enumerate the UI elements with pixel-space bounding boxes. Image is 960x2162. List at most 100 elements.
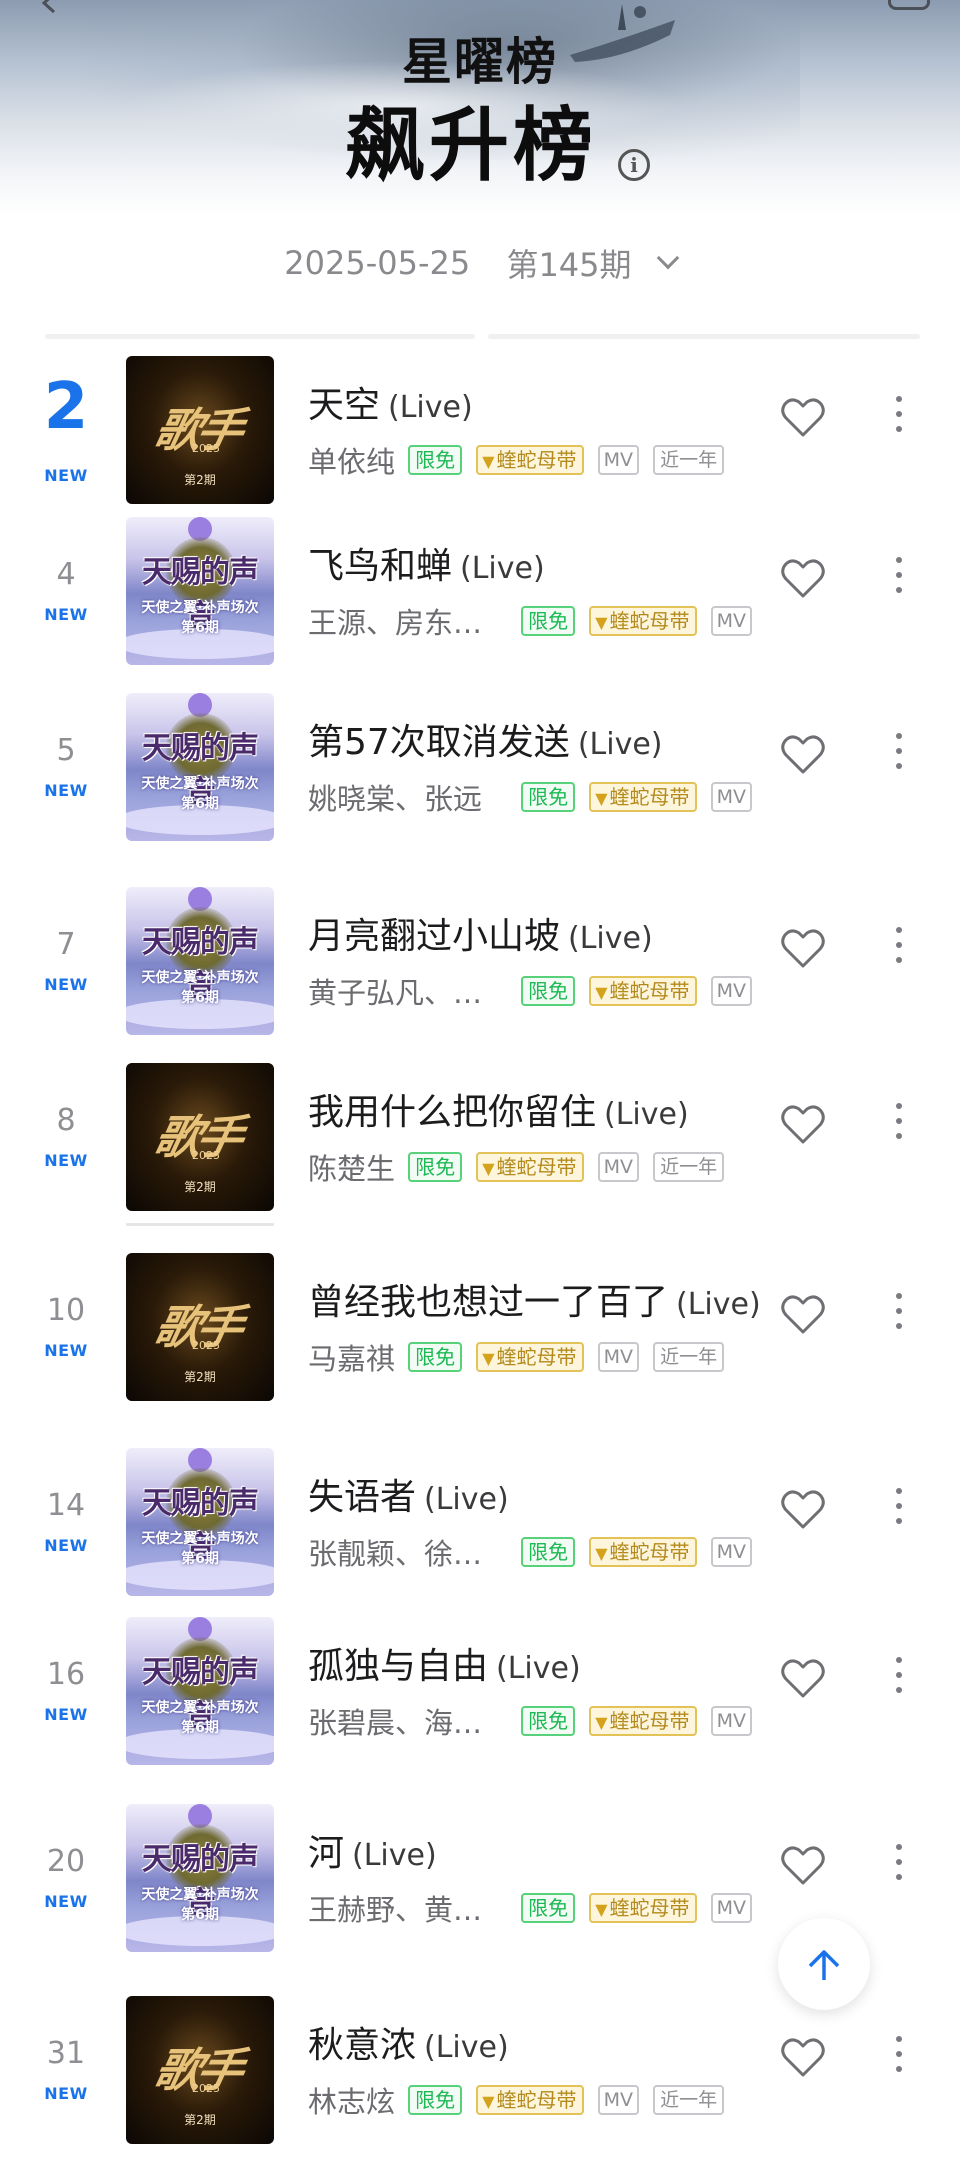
song-row[interactable]: 31 NEW 歌手 2025 第2期 秋意浓 (Live) 林志炫 限免 ▼ 蝰蛇母… xyxy=(0,1996,960,2146)
song-row[interactable]: 16 NEW 天赐的声音 天使之翼·补声场次 第6期 孤独与自由 (Live) 张… xyxy=(0,1617,960,1767)
v-icon: ▼ xyxy=(595,613,608,632)
free-tag: 限免 xyxy=(521,976,576,1006)
song-meta: 马嘉祺 限免 ▼ 蝰蛇母带 MV 近一年 xyxy=(308,1336,733,1376)
song-version: (Live) xyxy=(388,390,473,425)
artist-name[interactable]: 黄子弘凡、单依纯 xyxy=(308,970,508,1012)
more-icon[interactable] xyxy=(886,2036,912,2086)
heart-icon[interactable] xyxy=(778,1289,828,1339)
artist-name[interactable]: 王赫野、黄霄雲 xyxy=(308,1887,508,1929)
heart-icon[interactable] xyxy=(778,553,828,603)
mv-tag[interactable]: MV xyxy=(597,2085,639,2115)
artist-name[interactable]: 马嘉祺 xyxy=(308,1336,395,1378)
year-tag: 近一年 xyxy=(653,2085,725,2115)
heart-icon[interactable] xyxy=(778,392,828,442)
mv-tag[interactable]: MV xyxy=(710,976,752,1006)
rank-number: 14 xyxy=(46,1488,86,1523)
song-title-line: 天空 (Live) xyxy=(308,376,763,428)
quality-tag: ▼ 蝰蛇母带 xyxy=(589,1893,697,1923)
back-arrow-icon[interactable] xyxy=(38,0,60,14)
back-to-top-button[interactable] xyxy=(778,1918,870,2010)
heart-icon[interactable] xyxy=(778,1099,828,1149)
heart-icon[interactable] xyxy=(778,923,828,973)
more-icon[interactable] xyxy=(886,1657,912,1707)
year-tag: 近一年 xyxy=(653,445,725,475)
issue-number: 第145期 xyxy=(506,246,632,284)
song-title: 我用什么把你留住 xyxy=(308,1092,597,1133)
heart-icon[interactable] xyxy=(778,729,828,779)
song-row[interactable]: 8 NEW 歌手 2025 第2期 我用什么把你留住 (Live) 陈楚生 限免 … xyxy=(0,1063,960,1213)
song-title: 天空 xyxy=(308,385,381,426)
song-meta: 姚晓棠、张远 限免 ▼ 蝰蛇母带 MV xyxy=(308,776,761,816)
more-icon[interactable] xyxy=(886,733,912,783)
more-icon[interactable] xyxy=(886,1293,912,1343)
song-version: (Live) xyxy=(568,921,653,956)
v-icon: ▼ xyxy=(482,1159,495,1178)
mv-tag[interactable]: MV xyxy=(597,1152,639,1182)
artist-name[interactable]: 王源、房东的猫 xyxy=(308,600,508,642)
song-row[interactable]: 5 NEW 天赐的声音 天使之翼·补声场次 第6期 第57次取消发送 (Live)… xyxy=(0,693,960,843)
song-row[interactable]: 4 NEW 天赐的声音 天使之翼·补声场次 第6期 飞鸟和蝉 (Live) 王源、… xyxy=(0,517,960,667)
artist-name[interactable]: 林志炫 xyxy=(308,2079,395,2121)
song-version: (Live) xyxy=(496,1651,581,1686)
more-icon[interactable] xyxy=(886,396,912,446)
song-version: (Live) xyxy=(424,2030,509,2065)
album-cover[interactable]: 天赐的声音 天使之翼·补声场次 第6期 xyxy=(126,1448,274,1596)
artist-name[interactable]: 单依纯 xyxy=(308,439,395,481)
heart-icon[interactable] xyxy=(778,2032,828,2082)
divider xyxy=(488,334,920,339)
song-row[interactable]: 7 NEW 天赐的声音 天使之翼·补声场次 第6期 月亮翻过小山坡 (Live) … xyxy=(0,887,960,1037)
more-icon[interactable] xyxy=(886,1844,912,1894)
share-icon[interactable] xyxy=(888,0,930,10)
mv-tag[interactable]: MV xyxy=(597,1342,639,1372)
free-tag: 限免 xyxy=(521,782,576,812)
album-cover[interactable]: 歌手 2025 第2期 xyxy=(126,1996,274,2144)
quality-tag: ▼ 蝰蛇母带 xyxy=(589,976,697,1006)
song-row[interactable]: 10 NEW 歌手 2025 第2期 曾经我也想过一了百了 (Live) 马嘉祺 … xyxy=(0,1253,960,1403)
song-row[interactable]: 2 NEW 歌手 2025 第2期 天空 (Live) 单依纯 限免 ▼ 蝰蛇母带 … xyxy=(0,356,960,506)
song-version: (Live) xyxy=(424,1482,509,1517)
mv-tag[interactable]: MV xyxy=(710,1537,752,1567)
album-cover[interactable]: 歌手 2025 第2期 xyxy=(126,1253,274,1401)
song-meta: 王赫野、黄霄雲 限免 ▼ 蝰蛇母带 MV xyxy=(308,1887,761,1927)
heart-icon[interactable] xyxy=(778,1484,828,1534)
artist-name[interactable]: 张靓颖、徐佳莹 xyxy=(308,1531,508,1573)
song-title: 秋意浓 xyxy=(308,2025,417,2066)
more-icon[interactable] xyxy=(886,927,912,977)
issue-selector[interactable]: 2025-05-25 第145期 xyxy=(0,240,960,284)
song-row[interactable]: 14 NEW 天赐的声音 天使之翼·补声场次 第6期 失语者 (Live) 张靓颖… xyxy=(0,1448,960,1598)
new-badge: NEW xyxy=(44,466,88,485)
album-cover[interactable]: 歌手 2025 第2期 xyxy=(126,356,274,504)
song-version: (Live) xyxy=(577,727,663,762)
more-icon[interactable] xyxy=(886,557,912,607)
v-icon: ▼ xyxy=(595,983,608,1002)
mv-tag[interactable]: MV xyxy=(710,782,752,812)
song-meta: 陈楚生 限免 ▼ 蝰蛇母带 MV 近一年 xyxy=(308,1146,733,1186)
v-icon: ▼ xyxy=(482,1349,495,1368)
mv-tag[interactable]: MV xyxy=(597,445,639,475)
album-cover[interactable]: 天赐的声音 天使之翼·补声场次 第6期 xyxy=(126,887,274,1035)
album-cover[interactable]: 天赐的声音 天使之翼·补声场次 第6期 xyxy=(126,1617,274,1765)
heart-icon[interactable] xyxy=(778,1840,828,1890)
song-title-line: 我用什么把你留住 (Live) xyxy=(308,1083,763,1135)
song-title-line: 孤独与自由 (Live) xyxy=(308,1637,763,1689)
mv-tag[interactable]: MV xyxy=(710,1706,752,1736)
info-icon[interactable]: i xyxy=(618,149,650,181)
heart-icon[interactable] xyxy=(778,1653,828,1703)
more-icon[interactable] xyxy=(886,1488,912,1538)
mv-tag[interactable]: MV xyxy=(710,1893,752,1923)
artist-name[interactable]: 姚晓棠、张远 xyxy=(308,776,508,818)
free-tag: 限免 xyxy=(521,606,576,636)
more-icon[interactable] xyxy=(886,1103,912,1153)
album-cover[interactable]: 天赐的声音 天使之翼·补声场次 第6期 xyxy=(126,517,274,665)
album-cover[interactable]: 歌手 2025 第2期 xyxy=(126,1063,274,1211)
song-title: 月亮翻过小山坡 xyxy=(308,916,561,957)
song-meta: 张靓颖、徐佳莹 限免 ▼ 蝰蛇母带 MV xyxy=(308,1531,761,1571)
artist-name[interactable]: 张碧晨、海来阿木 xyxy=(308,1700,508,1742)
mv-tag[interactable]: MV xyxy=(710,606,752,636)
brand-title: 星曜榜 xyxy=(402,33,558,91)
artist-name[interactable]: 陈楚生 xyxy=(308,1146,395,1188)
new-badge: NEW xyxy=(44,1341,88,1360)
album-cover[interactable]: 天赐的声音 天使之翼·补声场次 第6期 xyxy=(126,1804,274,1952)
v-icon: ▼ xyxy=(595,1713,608,1732)
album-cover[interactable]: 天赐的声音 天使之翼·补声场次 第6期 xyxy=(126,693,274,841)
